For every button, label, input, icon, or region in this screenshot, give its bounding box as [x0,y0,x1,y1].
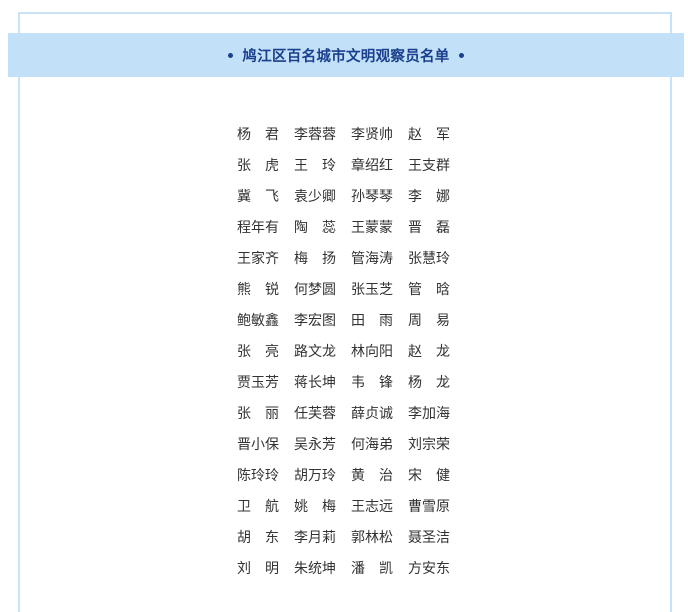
name-entry: 程年有 [237,219,279,236]
name-entry: 刘宗荣 [408,436,450,453]
name-row: 熊 锐何梦圆 张玉芝管 晗 [230,273,470,304]
name-entry: 曹雪原 [408,498,450,515]
name-entry: 王家齐 [237,250,279,267]
name-entry: 刘 明 [237,560,279,577]
title-bar: 鸠江区百名城市文明观察员名单 [8,33,684,77]
name-entry: 方安东 [408,560,450,577]
name-row: 胡 东李月莉 郭林松 聂圣洁 [230,521,470,552]
name-row: 杨 君李蓉蓉 李贤帅赵 军 [230,118,470,149]
name-entry: 鲍敏鑫 [237,312,279,329]
name-entry: 姚 梅 [294,498,336,515]
name-entry: 吴永芳 [294,436,336,453]
bullet-dot-right [458,52,464,58]
name-row: 程年有陶 蕊王蒙蒙晋 磊 [230,211,470,242]
name-row: 王家齐梅 扬管海涛 张慧玲 [230,242,470,273]
bullet-dot-left [228,52,234,58]
name-entry: 王蒙蒙 [351,219,393,236]
name-entry: 李蓉蓉 [294,126,336,143]
name-entry: 李宏图 [294,312,336,329]
name-entry: 李 娜 [408,188,450,205]
name-entry: 晋 磊 [408,219,450,236]
name-entry: 李月莉 [294,529,336,546]
name-entry: 陶 蕊 [294,219,336,236]
name-entry: 杨 君 [237,126,279,143]
name-list: 杨 君李蓉蓉 李贤帅赵 军张 虎王 玲章绍红 王支群冀 飞袁少卿 孙琴琴李 娜程年有陶… [230,118,470,583]
name-entry: 路文龙 [294,343,336,360]
name-row: 卫 航姚 梅王志远 曹雪原 [230,490,470,521]
name-entry: 薛贞诚 [351,405,393,422]
name-row: 刘 明朱统坤潘 凯方安东 [230,552,470,583]
name-entry: 胡万玲 [294,467,336,484]
name-entry: 袁少卿 [294,188,336,205]
name-entry: 王志远 [351,498,393,515]
name-row: 晋小保 吴永芳 何海弟 刘宗荣 [230,428,470,459]
name-row: 陈玲玲 胡万玲黄 治宋 健 [230,459,470,490]
name-entry: 聂圣洁 [408,529,450,546]
name-entry: 章绍红 [351,157,393,174]
name-entry: 梅 扬 [294,250,336,267]
name-entry: 胡 东 [237,529,279,546]
name-entry: 郭林松 [351,529,393,546]
name-entry: 潘 凯 [351,560,393,577]
name-entry: 林向阳 [351,343,393,360]
name-entry: 张慧玲 [408,250,450,267]
name-entry: 张 虎 [237,157,279,174]
name-entry: 杨 龙 [408,374,450,391]
name-entry: 卫 航 [237,498,279,515]
name-entry: 韦 锋 [351,374,393,391]
name-entry: 孙琴琴 [351,188,393,205]
name-entry: 何梦圆 [294,281,336,298]
name-entry: 田 雨 [351,312,393,329]
name-entry: 熊 锐 [237,281,279,298]
name-entry: 朱统坤 [294,560,336,577]
name-row: 张 丽任芙蓉 薛贞诚 李加海 [230,397,470,428]
name-entry: 赵 龙 [408,343,450,360]
name-entry: 张 丽 [237,405,279,422]
name-entry: 宋 健 [408,467,450,484]
name-entry: 蒋长坤 [294,374,336,391]
name-row: 张 亮路文龙 林向阳赵 龙 [230,335,470,366]
name-entry: 李加海 [408,405,450,422]
name-entry: 张玉芝 [351,281,393,298]
name-row: 鲍敏鑫 李宏图田 雨周 易 [230,304,470,335]
name-entry: 赵 军 [408,126,450,143]
page-title: 鸠江区百名城市文明观察员名单 [242,48,450,65]
name-row: 贾玉芳 蒋长坤韦 锋杨 龙 [230,366,470,397]
name-entry: 李贤帅 [351,126,393,143]
name-row: 冀 飞袁少卿 孙琴琴李 娜 [230,180,470,211]
name-entry: 晋小保 [237,436,279,453]
name-entry: 管 晗 [408,281,450,298]
name-entry: 张 亮 [237,343,279,360]
name-entry: 陈玲玲 [237,467,279,484]
name-entry: 贾玉芳 [237,374,279,391]
name-entry: 王 玲 [294,157,336,174]
name-row: 张 虎王 玲章绍红 王支群 [230,149,470,180]
name-entry: 冀 飞 [237,188,279,205]
name-entry: 周 易 [408,312,450,329]
name-entry: 任芙蓉 [294,405,336,422]
name-entry: 王支群 [408,157,450,174]
name-entry: 何海弟 [351,436,393,453]
name-entry: 管海涛 [351,250,393,267]
name-entry: 黄 治 [351,467,393,484]
